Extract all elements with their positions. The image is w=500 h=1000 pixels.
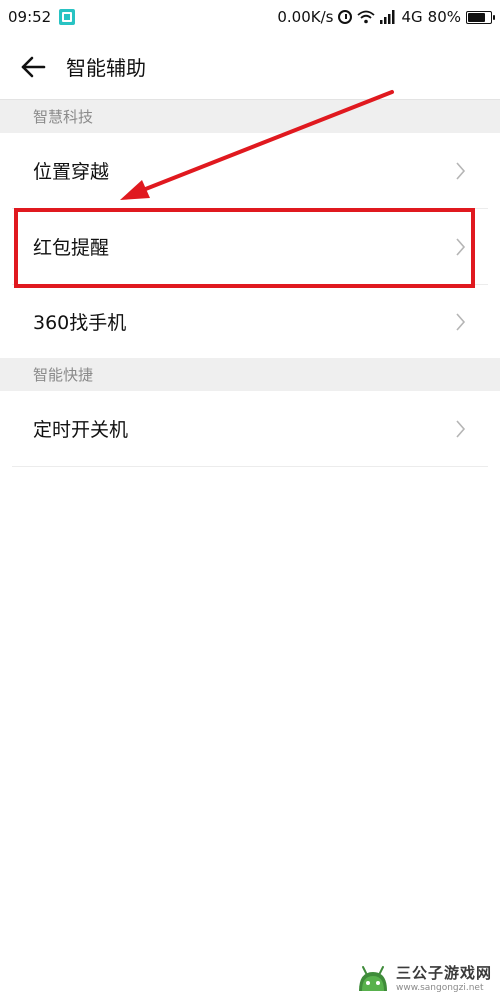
section-title: 智慧科技: [33, 108, 94, 126]
watermark-text: 三公子游戏网 www.sangongzi.net: [395, 963, 492, 993]
chevron-right-icon: [456, 237, 466, 256]
back-button[interactable]: [0, 34, 66, 100]
signal-icon: [380, 10, 395, 24]
list-item-scheduled-power[interactable]: 定时开关机: [12, 391, 488, 466]
chevron-right-icon: [456, 419, 466, 438]
wifi-icon: [357, 10, 376, 24]
section-title: 智能快捷: [33, 366, 94, 384]
battery-percent: 80%: [427, 8, 461, 26]
section-header-smart-tech: 智慧科技: [0, 100, 500, 133]
status-right: 0.00K/s 4G 80%: [277, 0, 495, 34]
scan-notification-icon: [59, 9, 76, 25]
list-item-location-travel[interactable]: 位置穿越: [12, 133, 488, 208]
status-left: 09:52: [0, 8, 76, 26]
battery-fill: [468, 12, 486, 22]
watermark-logo-icon: [358, 966, 387, 991]
arrow-left-icon: [21, 56, 46, 77]
net-speed: 0.00K/s: [277, 8, 334, 26]
section-header-smart-shortcut: 智能快捷: [0, 358, 500, 391]
app-bar: 智能辅助: [0, 34, 500, 100]
item-label: 定时开关机: [33, 419, 129, 441]
page-title: 智能辅助: [66, 56, 146, 80]
divider: [12, 466, 488, 467]
list-item-find-phone[interactable]: 360找手机: [12, 285, 488, 358]
watermark-url: www.sangongzi.net: [395, 982, 484, 993]
item-label: 360找手机: [33, 312, 127, 334]
list-item-red-envelope-reminder[interactable]: 红包提醒: [12, 209, 488, 284]
alarm-icon: [338, 10, 353, 24]
status-bar: 09:52 0.00K/s 4G 80%: [0, 0, 500, 34]
chevron-right-icon: [456, 161, 466, 180]
item-label: 位置穿越: [33, 161, 110, 183]
item-label: 红包提醒: [33, 237, 110, 259]
watermark-name: 三公子游戏网: [395, 963, 492, 982]
battery-icon: [466, 10, 495, 24]
watermark: 三公子游戏网 www.sangongzi.net: [356, 964, 492, 994]
status-time: 09:52: [8, 8, 52, 26]
network-type: 4G: [401, 8, 423, 26]
chevron-right-icon: [456, 312, 466, 331]
